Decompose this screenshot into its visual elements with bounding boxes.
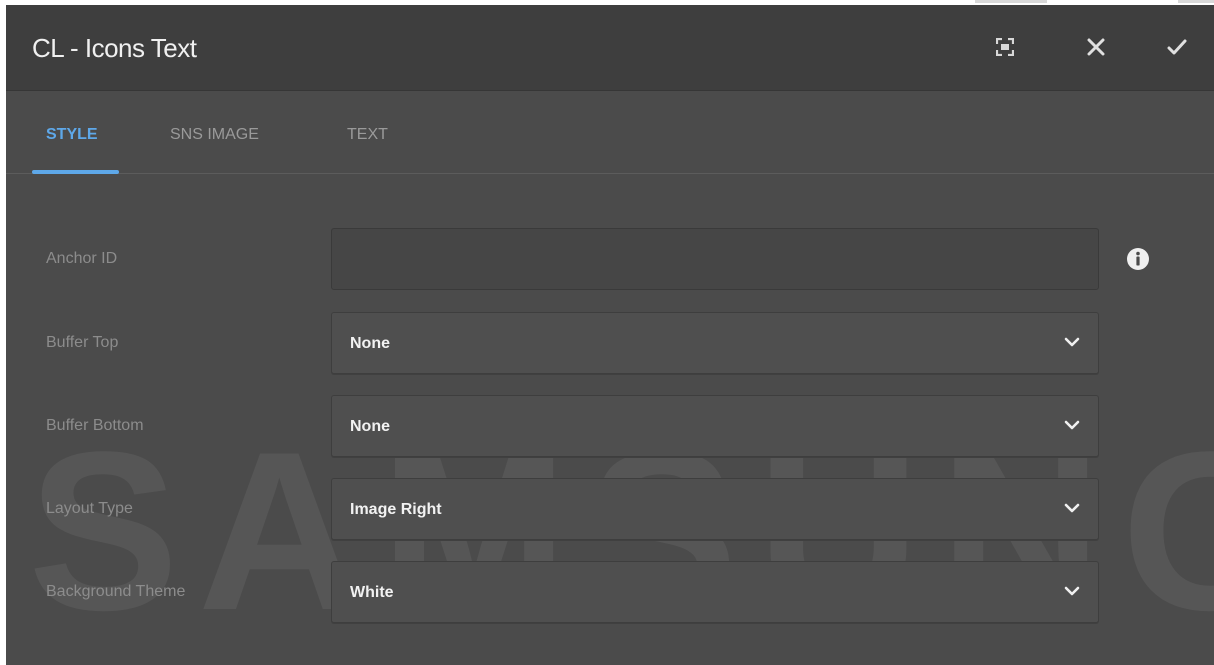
background-theme-value: White [350, 584, 394, 601]
chevron-down-icon [1064, 503, 1080, 513]
buffer-top-row: Buffer Top None [6, 312, 1214, 376]
buffer-bottom-label: Buffer Bottom [46, 417, 144, 434]
checkmark-icon [1167, 39, 1187, 55]
buffer-top-value: None [350, 335, 390, 352]
buffer-bottom-value: None [350, 418, 390, 435]
active-tab-indicator [32, 170, 119, 174]
tab-bar: STYLE SNS IMAGE TEXT [6, 91, 1214, 174]
tab-style[interactable]: STYLE [46, 126, 98, 144]
close-button[interactable] [1079, 30, 1113, 64]
layout-type-value: Image Right [350, 501, 442, 518]
done-button[interactable] [1160, 30, 1194, 64]
buffer-top-label: Buffer Top [46, 334, 119, 351]
buffer-bottom-select[interactable]: None [331, 395, 1099, 457]
close-icon [1087, 38, 1105, 56]
fullscreen-icon [996, 38, 1014, 56]
top-strip-mark [1178, 0, 1214, 3]
layout-type-row: Layout Type Image Right [6, 478, 1214, 542]
tab-text[interactable]: TEXT [347, 126, 388, 144]
anchor-id-input[interactable] [331, 228, 1099, 290]
background-theme-row: Background Theme White [6, 561, 1214, 625]
anchor-id-row: Anchor ID [6, 228, 1214, 292]
layout-type-label: Layout Type [46, 500, 133, 517]
tab-sns-image[interactable]: SNS IMAGE [170, 126, 259, 144]
dialog: CL - Icons Text STYLE SNS IMAGE TEXT SAM… [6, 5, 1214, 665]
dialog-titlebar: CL - Icons Text [6, 5, 1214, 91]
chevron-down-icon [1064, 420, 1080, 430]
info-icon[interactable] [1126, 247, 1150, 271]
anchor-id-label: Anchor ID [46, 250, 118, 267]
chevron-down-icon [1064, 586, 1080, 596]
background-theme-label: Background Theme [46, 583, 186, 600]
buffer-top-select[interactable]: None [331, 312, 1099, 374]
background-theme-select[interactable]: White [331, 561, 1099, 623]
chevron-down-icon [1064, 337, 1080, 347]
dialog-title: CL - Icons Text [32, 33, 197, 63]
top-strip-mark [975, 0, 1047, 3]
layout-type-select[interactable]: Image Right [331, 478, 1099, 540]
fullscreen-button[interactable] [988, 30, 1022, 64]
buffer-bottom-row: Buffer Bottom None [6, 395, 1214, 459]
